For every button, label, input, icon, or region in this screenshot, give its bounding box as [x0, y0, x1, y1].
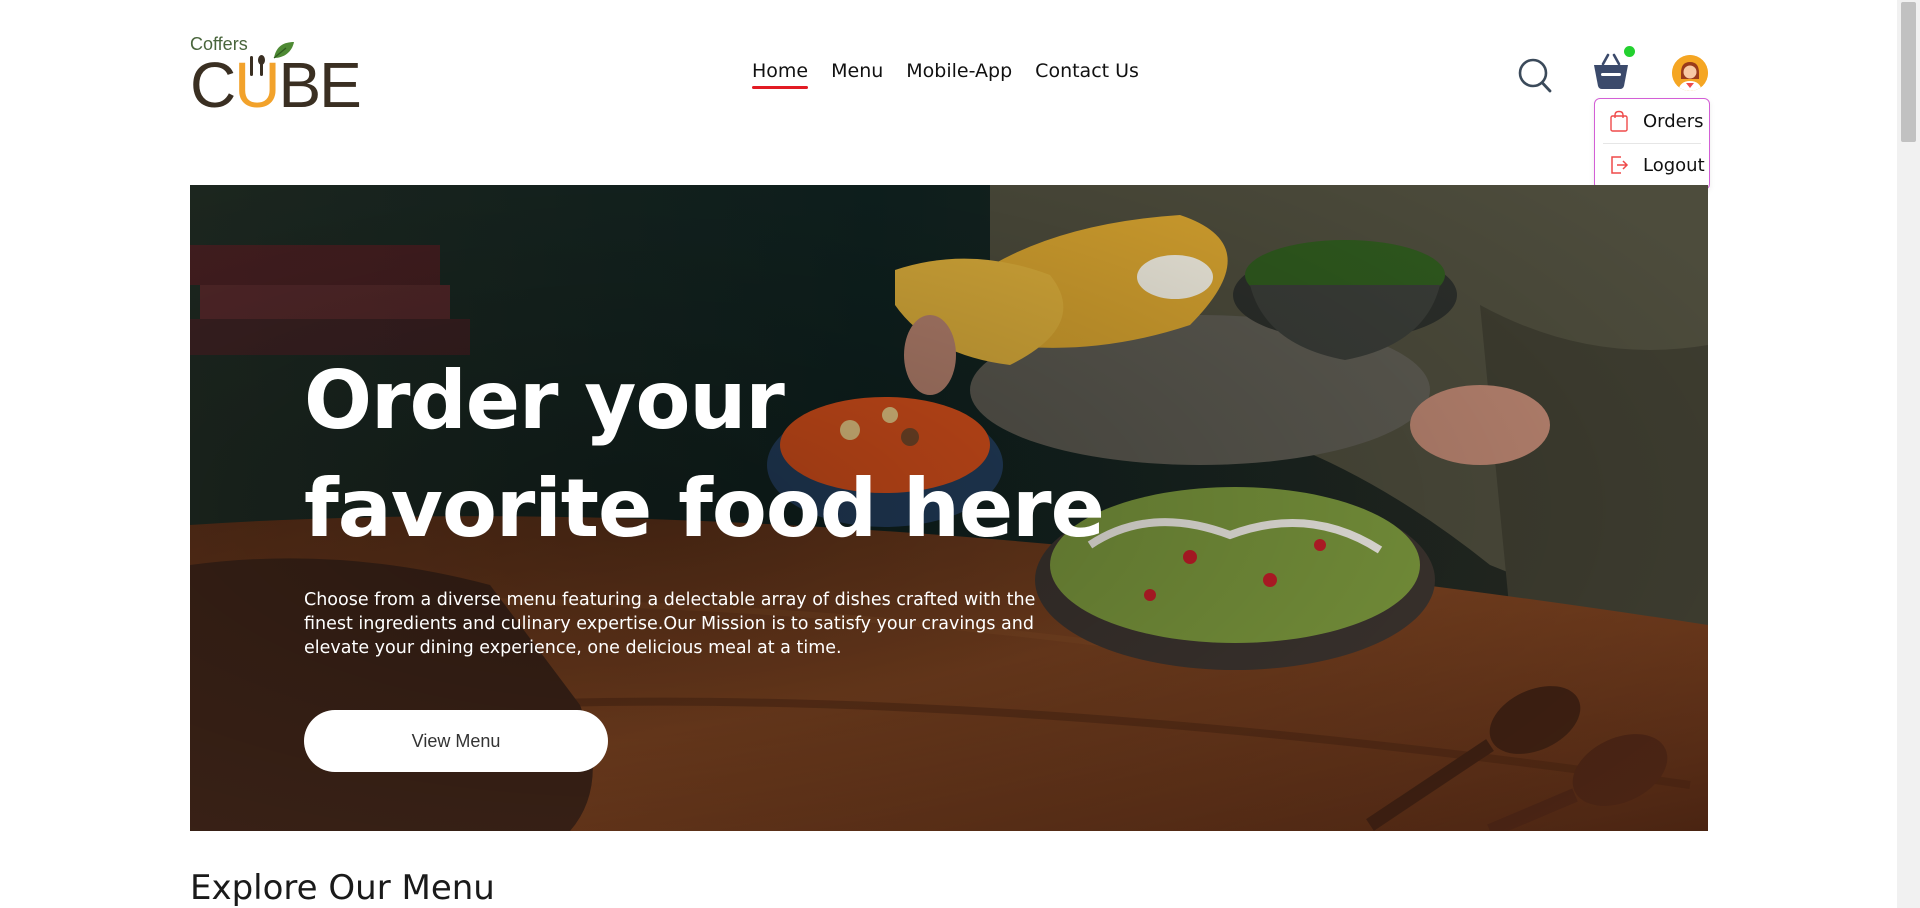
basket-icon[interactable] — [1592, 52, 1630, 90]
brand-logo[interactable]: Coffers CUBE — [190, 34, 362, 120]
hero-title: Order your favorite food here — [304, 354, 1105, 555]
dropdown-logout[interactable]: Logout — [1595, 145, 1709, 185]
dropdown-divider — [1603, 143, 1701, 144]
user-avatar-icon[interactable] — [1672, 55, 1708, 91]
shopping-bag-icon — [1610, 110, 1628, 132]
page-scrollbar[interactable] — [1897, 0, 1920, 908]
scrollbar-thumb[interactable] — [1901, 2, 1916, 142]
cart-status-dot — [1624, 46, 1635, 57]
logout-label: Logout — [1643, 154, 1705, 176]
nav-contact-us[interactable]: Contact Us — [1035, 60, 1139, 88]
section-title: Explore Our Menu — [190, 868, 495, 908]
logo-wordmark: CUBE — [190, 49, 362, 121]
dropdown-orders[interactable]: Orders — [1595, 101, 1709, 141]
orders-label: Orders — [1643, 110, 1704, 132]
nav-mobile-app[interactable]: Mobile-App — [906, 60, 1012, 88]
view-menu-button[interactable]: View Menu — [304, 710, 608, 772]
cutlery-icon — [250, 55, 265, 76]
nav-menu[interactable]: Menu — [831, 60, 883, 88]
logout-icon — [1611, 156, 1629, 174]
profile-dropdown: Orders Logout — [1594, 98, 1710, 190]
search-icon[interactable] — [1518, 56, 1552, 94]
hero-description: Choose from a diverse menu featuring a d… — [304, 590, 1036, 658]
main-nav: Home Menu Mobile-App Contact Us — [752, 60, 1139, 89]
nav-home[interactable]: Home — [752, 60, 809, 89]
hero-banner: Order your favorite food here Choose fro… — [190, 185, 1708, 831]
